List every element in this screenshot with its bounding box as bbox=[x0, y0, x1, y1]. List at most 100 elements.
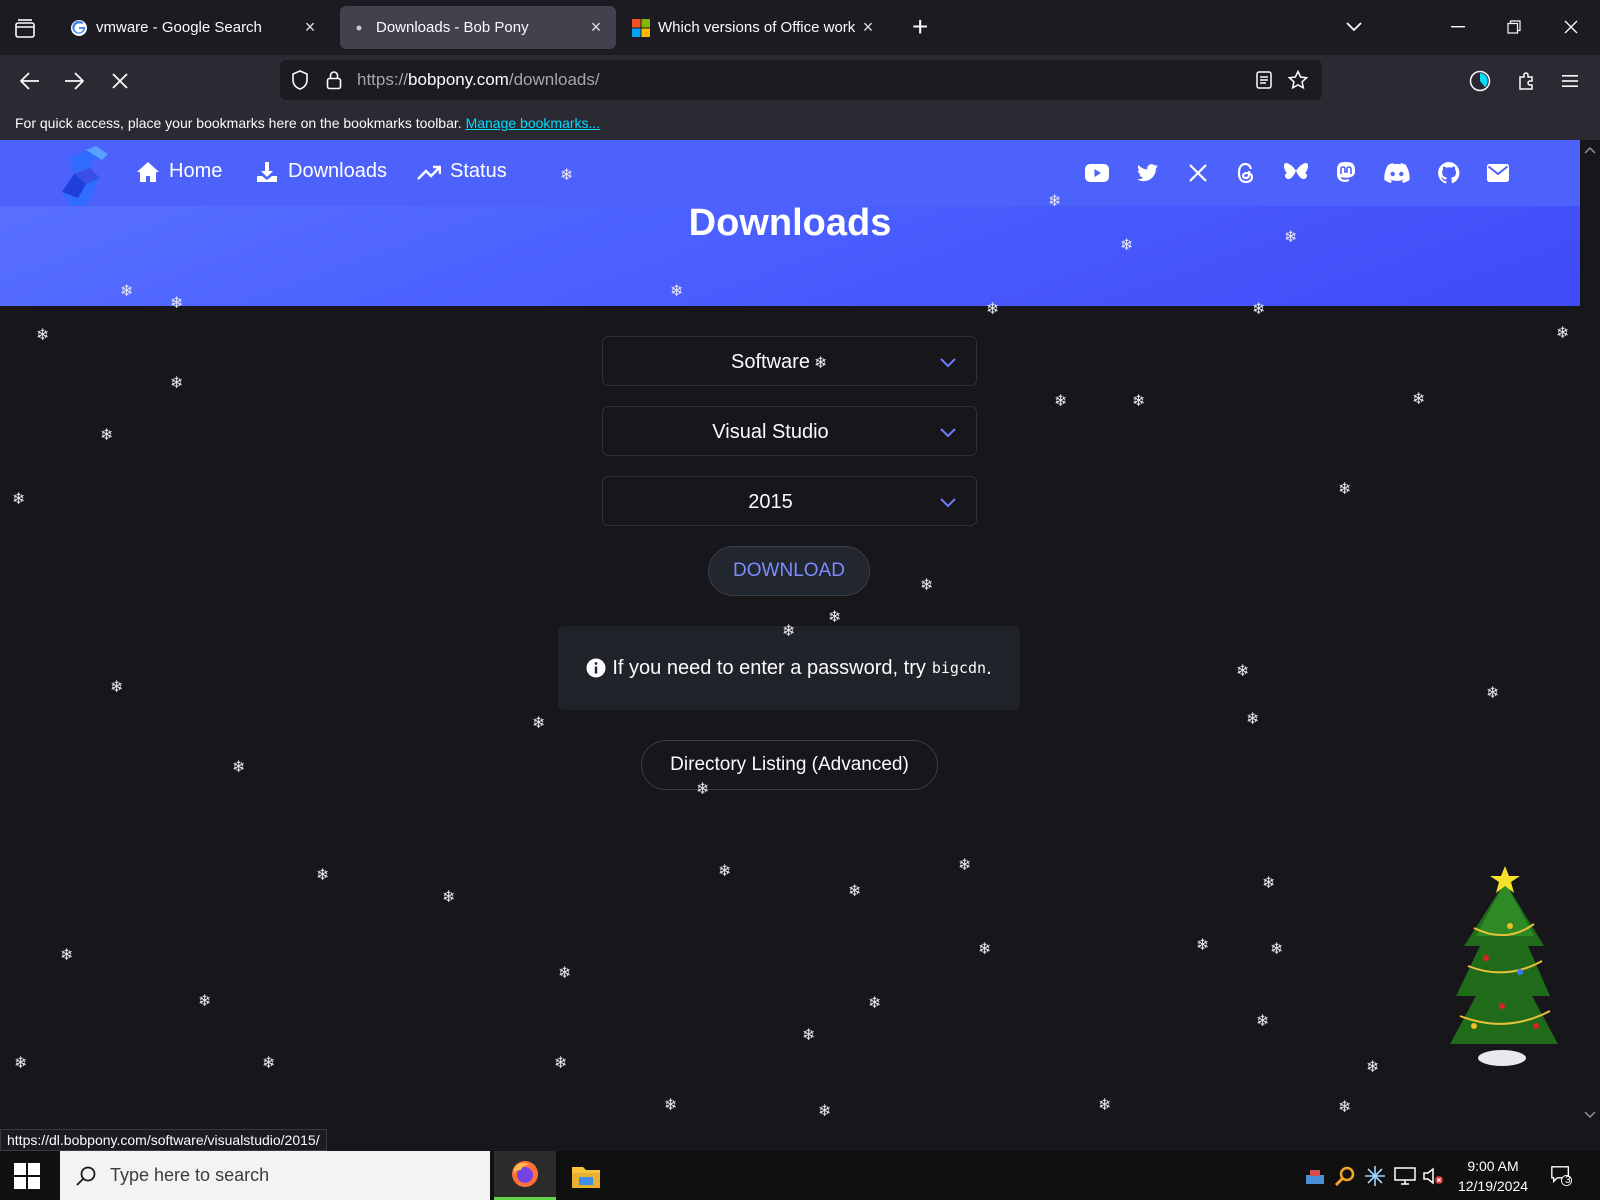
snowflake-decoration: ❄ bbox=[232, 759, 246, 776]
snowflake-decoration: ❄ bbox=[170, 295, 184, 312]
bob-pony-logo[interactable] bbox=[56, 144, 116, 206]
tab-office-versions[interactable]: Which versions of Office work w × bbox=[622, 6, 888, 49]
stop-loading-icon[interactable] bbox=[104, 65, 136, 97]
snowflake-decoration: ❄ bbox=[1098, 1097, 1112, 1114]
info-icon bbox=[586, 658, 606, 678]
list-all-tabs-icon[interactable] bbox=[1336, 12, 1372, 42]
snowflake-decoration: ❄ bbox=[14, 1055, 28, 1072]
bookmark-star-icon[interactable] bbox=[1286, 68, 1310, 92]
firefox-taskbar-icon[interactable] bbox=[494, 1151, 556, 1200]
tab-google-search[interactable]: vmware - Google Search × bbox=[60, 6, 330, 49]
tab-strip: vmware - Google Search × Downloads - Bob… bbox=[0, 0, 1600, 55]
windows-taskbar: Type here to search 9:00 AM 12/19/2024 3 bbox=[0, 1151, 1600, 1200]
nav-downloads-label: Downloads bbox=[288, 160, 387, 182]
url-text[interactable]: https://bobpony.com/downloads/ bbox=[357, 70, 600, 90]
mastodon-icon[interactable] bbox=[1333, 160, 1359, 186]
bluesky-icon[interactable] bbox=[1283, 160, 1309, 186]
nav-status-link[interactable]: Status bbox=[416, 160, 507, 183]
nav-home-link[interactable]: Home bbox=[135, 160, 222, 183]
taskbar-clock[interactable]: 9:00 AM 12/19/2024 bbox=[1448, 1156, 1538, 1196]
page-content: Home Downloads Status Downloads Software… bbox=[0, 140, 1580, 1125]
nav-downloads-link[interactable]: Downloads bbox=[254, 160, 387, 183]
minimize-icon[interactable] bbox=[1440, 12, 1476, 42]
chevron-down-icon bbox=[938, 493, 958, 511]
snowflake-decoration: ❄ bbox=[1486, 685, 1500, 702]
snowflake-decoration: ❄ bbox=[978, 941, 992, 958]
info-text: If you need to enter a password, try bbox=[612, 656, 926, 679]
menu-icon[interactable] bbox=[1554, 65, 1586, 97]
snowflake-decoration: ❄ bbox=[120, 283, 134, 300]
magnifier-tray-icon[interactable] bbox=[1334, 1165, 1356, 1187]
youtube-icon[interactable] bbox=[1084, 160, 1110, 186]
snowflake-decoration: ❄ bbox=[670, 283, 684, 300]
category-select[interactable]: Software bbox=[602, 336, 977, 386]
snowflake-decoration: ❄ bbox=[1338, 481, 1352, 498]
snowflake-decoration: ❄ bbox=[532, 715, 546, 732]
close-tab-icon[interactable]: × bbox=[300, 17, 320, 38]
snowflake-decoration: ❄ bbox=[1132, 393, 1146, 410]
download-button[interactable]: DOWNLOAD bbox=[708, 546, 870, 596]
tab-title: Which versions of Office work w bbox=[658, 19, 858, 36]
tab-list-icon[interactable] bbox=[10, 14, 40, 44]
nav-status-label: Status bbox=[450, 160, 507, 182]
twitter-icon[interactable] bbox=[1135, 160, 1161, 186]
site-navbar: Home Downloads Status bbox=[0, 140, 1580, 206]
snowflake-decoration: ❄ bbox=[1196, 937, 1210, 954]
discord-icon[interactable] bbox=[1384, 160, 1410, 186]
snowflake-decoration: ❄ bbox=[1412, 391, 1426, 408]
github-icon[interactable] bbox=[1436, 160, 1462, 186]
close-tab-icon[interactable]: × bbox=[586, 17, 606, 38]
directory-listing-button[interactable]: Directory Listing (Advanced) bbox=[641, 740, 938, 790]
snowflake-decoration: ❄ bbox=[802, 1027, 816, 1044]
snowflake-decoration: ❄ bbox=[986, 301, 1000, 318]
snowflake-decoration: ❄ bbox=[1252, 301, 1266, 318]
clock-time: 9:00 AM bbox=[1467, 1158, 1519, 1174]
manage-bookmarks-link[interactable]: Manage bookmarks... bbox=[466, 115, 601, 131]
tab-title: vmware - Google Search bbox=[96, 19, 262, 36]
file-explorer-taskbar-icon[interactable] bbox=[555, 1151, 617, 1200]
chevron-down-icon bbox=[938, 353, 958, 371]
password-hint: bigcdn bbox=[931, 659, 987, 677]
tray-app-icon[interactable] bbox=[1304, 1165, 1326, 1187]
close-tab-icon[interactable]: × bbox=[858, 17, 878, 38]
snowflake-decoration: ❄ bbox=[868, 995, 882, 1012]
snowflake-decoration: ❄ bbox=[1246, 711, 1260, 728]
reader-view-icon[interactable] bbox=[1252, 68, 1276, 92]
version-select-value: 2015 bbox=[748, 491, 793, 513]
threads-icon[interactable] bbox=[1233, 160, 1259, 186]
navigation-toolbar: https://bobpony.com/downloads/ bbox=[0, 55, 1600, 107]
loading-dot-icon bbox=[350, 19, 368, 37]
tab-downloads-bob-pony[interactable]: Downloads - Bob Pony × bbox=[340, 6, 616, 49]
new-tab-button[interactable]: + bbox=[912, 12, 928, 42]
snowflake-decoration: ❄ bbox=[442, 889, 456, 906]
product-select[interactable]: Visual Studio bbox=[602, 406, 977, 456]
snowflake-decoration: ❄ bbox=[814, 355, 828, 372]
forward-icon[interactable] bbox=[58, 65, 90, 97]
snowflake-decoration: ❄ bbox=[36, 327, 50, 344]
mail-icon[interactable] bbox=[1485, 160, 1511, 186]
volume-muted-icon[interactable] bbox=[1422, 1165, 1444, 1187]
firefox-account-icon[interactable] bbox=[1464, 65, 1496, 97]
snowflake-decoration: ❄ bbox=[958, 857, 972, 874]
christmas-tree-decoration bbox=[1446, 866, 1564, 1071]
sparkle-tray-icon[interactable] bbox=[1364, 1165, 1386, 1187]
lock-icon[interactable] bbox=[322, 68, 346, 92]
extensions-icon[interactable] bbox=[1510, 65, 1542, 97]
back-icon[interactable] bbox=[14, 65, 46, 97]
close-window-icon[interactable] bbox=[1553, 12, 1589, 42]
restore-icon[interactable] bbox=[1496, 12, 1532, 42]
snowflake-decoration: ❄ bbox=[12, 491, 26, 508]
product-select-value: Visual Studio bbox=[712, 421, 829, 443]
windows-start-icon[interactable] bbox=[14, 1163, 46, 1189]
network-icon[interactable] bbox=[1394, 1165, 1416, 1187]
snowflake-decoration: ❄ bbox=[782, 623, 796, 640]
address-bar[interactable]: https://bobpony.com/downloads/ bbox=[280, 60, 1322, 100]
snowflake-decoration: ❄ bbox=[100, 427, 114, 444]
x-icon[interactable] bbox=[1185, 160, 1211, 186]
taskbar-search-input[interactable]: Type here to search bbox=[60, 1151, 490, 1200]
version-select[interactable]: 2015 bbox=[602, 476, 977, 526]
page-scrollbar[interactable] bbox=[1580, 140, 1600, 1125]
shield-icon[interactable] bbox=[288, 68, 312, 92]
notifications-icon[interactable]: 3 bbox=[1550, 1164, 1572, 1186]
snowflake-decoration: ❄ bbox=[1284, 229, 1298, 246]
